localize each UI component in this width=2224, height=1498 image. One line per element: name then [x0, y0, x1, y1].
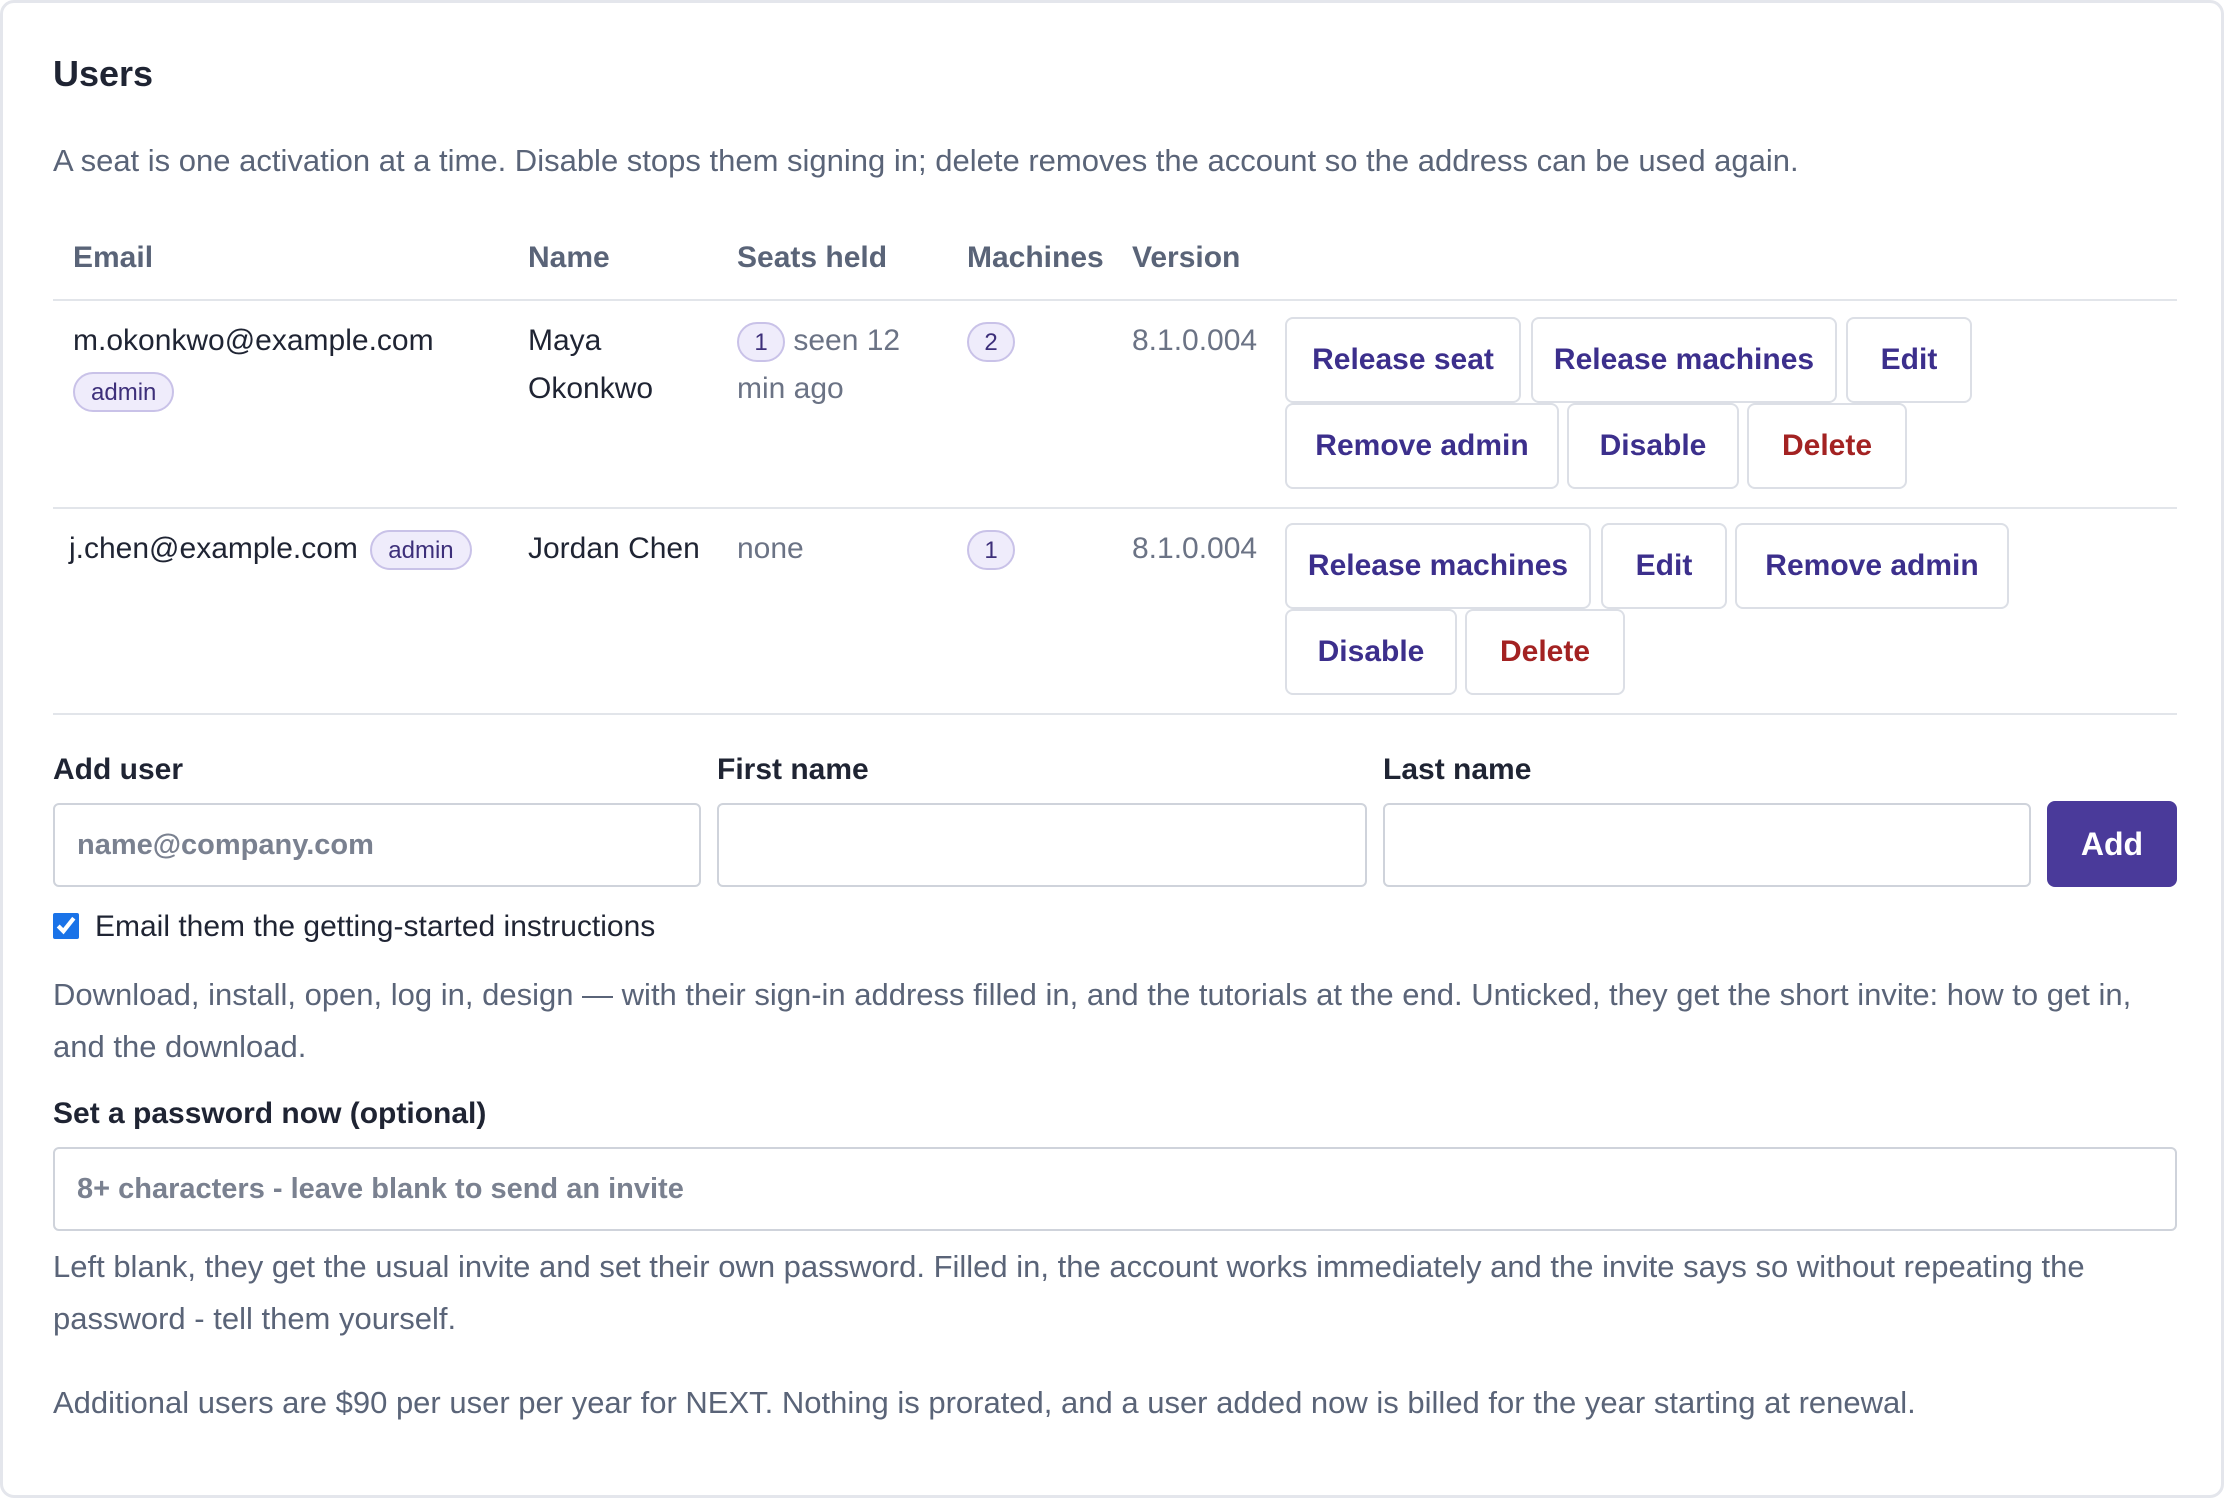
version-cell: 8.1.0.004: [1132, 532, 1258, 565]
edit-button[interactable]: Edit: [1601, 523, 1727, 609]
header-divider: [53, 299, 2177, 301]
last-name-label: Last name: [1383, 753, 1532, 786]
add-user-button[interactable]: Add: [2047, 801, 2177, 887]
user-email-cell: j.chen@example.com admin: [69, 525, 472, 573]
admin-badge: admin: [370, 530, 472, 570]
seats-held-cell: 1 seen 12: [737, 317, 900, 365]
billing-note: Additional users are $90 per user per ye…: [53, 1385, 1916, 1420]
user-email: j.chen@example.com: [69, 532, 358, 565]
version-cell: 8.1.0.004: [1132, 324, 1258, 357]
remove-admin-button[interactable]: Remove admin: [1285, 403, 1559, 489]
password-help: Left blank, they get the usual invite an…: [53, 1249, 2085, 1336]
user-name: Jordan Chen: [528, 532, 700, 565]
user-email: m.okonkwo@example.com: [73, 324, 434, 357]
release-seat-button[interactable]: Release seat: [1285, 317, 1521, 403]
delete-button[interactable]: Delete: [1465, 609, 1625, 695]
seats-seen-text: seen 12: [793, 324, 901, 357]
edit-button[interactable]: Edit: [1846, 317, 1972, 403]
seats-seen-text-cont: min ago: [737, 372, 844, 405]
column-header-name: Name: [528, 241, 610, 274]
remove-admin-button[interactable]: Remove admin: [1735, 523, 2009, 609]
column-header-machines: Machines: [967, 241, 1104, 274]
machines-cell: 2: [967, 317, 1015, 365]
release-machines-button[interactable]: Release machines: [1531, 317, 1837, 403]
user-first-name: Maya: [528, 324, 602, 357]
admin-badge: admin: [73, 372, 175, 412]
column-header-version: Version: [1132, 241, 1241, 274]
page-title: Users: [53, 53, 154, 94]
machines-count-badge: 1: [967, 530, 1015, 571]
users-card: Users A seat is one activation at a time…: [0, 0, 2224, 1498]
users-intro: A seat is one activation at a time. Disa…: [53, 143, 1799, 178]
delete-button[interactable]: Delete: [1747, 403, 1907, 489]
disable-button[interactable]: Disable: [1285, 609, 1457, 695]
row-divider: [53, 507, 2177, 509]
send-instructions-label[interactable]: Email them the getting-started instructi…: [95, 903, 655, 951]
send-instructions-checkbox[interactable]: [53, 913, 79, 939]
column-header-seats: Seats held: [737, 241, 888, 274]
release-machines-button[interactable]: Release machines: [1285, 523, 1591, 609]
machines-count-badge: 2: [967, 322, 1015, 363]
password-field[interactable]: [53, 1147, 2177, 1231]
disable-button[interactable]: Disable: [1567, 403, 1739, 489]
last-name-field[interactable]: [1383, 803, 2031, 887]
user-last-name: Okonkwo: [528, 372, 654, 405]
seats-held-cell: none: [737, 532, 804, 565]
password-label: Set a password now (optional): [53, 1097, 487, 1130]
seats-count-badge: 1: [737, 322, 785, 363]
column-header-email: Email: [73, 241, 154, 274]
first-name-field[interactable]: [717, 803, 1367, 887]
role-badge-cell: admin: [73, 367, 175, 415]
table-bottom-divider: [53, 713, 2177, 715]
add-user-label: Add user: [53, 753, 184, 786]
email-field[interactable]: [53, 803, 701, 887]
machines-cell: 1: [967, 525, 1015, 573]
instructions-help: Download, install, open, log in, design …: [53, 977, 2132, 1064]
first-name-label: First name: [717, 753, 869, 786]
